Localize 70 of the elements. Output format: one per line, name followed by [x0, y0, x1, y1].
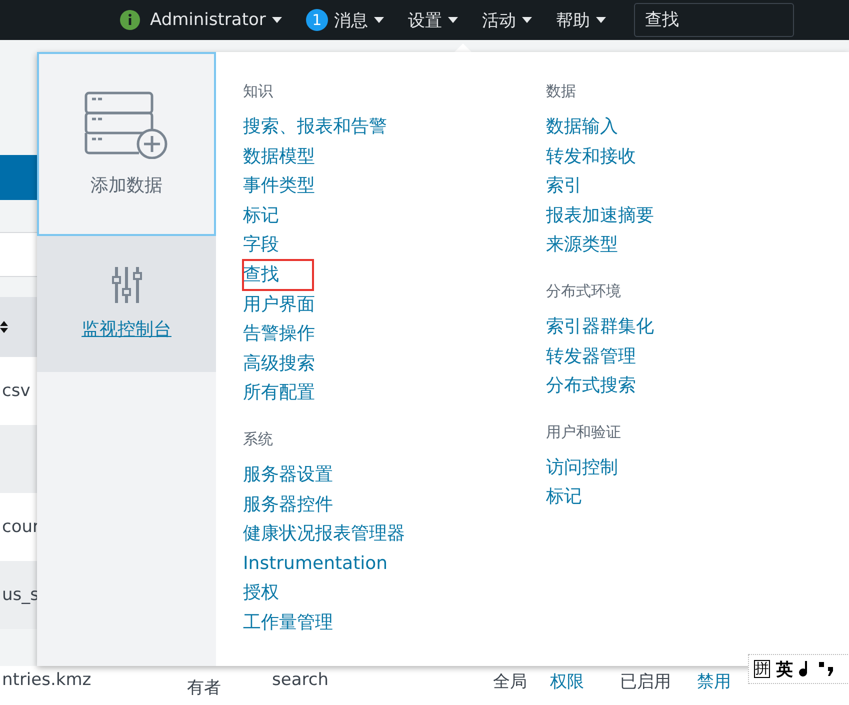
ime-key[interactable]: 英	[776, 658, 793, 680]
table-cell: csv	[2, 381, 30, 401]
disable-link[interactable]: 禁用	[697, 670, 731, 693]
banner-strip	[0, 155, 40, 200]
menu-link[interactable]: 搜索、报表和告警	[243, 112, 387, 142]
menu-link[interactable]: 事件类型	[243, 171, 315, 201]
sliders-icon	[112, 267, 142, 303]
punctuation-icon	[819, 662, 833, 676]
status-cell-text: 已启用	[620, 671, 671, 693]
menu-heading: 分布式环境	[546, 282, 622, 302]
file-cell: ntries.kmz	[2, 670, 92, 690]
menu-link[interactable]: 所有配置	[243, 378, 315, 408]
sharing-cell-text: 全局	[493, 671, 527, 693]
nav-menu[interactable]: 活动	[470, 0, 544, 40]
caret-icon	[522, 17, 532, 23]
menu-link[interactable]: 标记	[546, 482, 582, 512]
menu-label: 帮助	[556, 10, 590, 32]
table-cell: cour	[2, 517, 40, 537]
menu-link[interactable]: 索引器群集化	[546, 312, 654, 342]
menu-link[interactable]: 访问控制	[546, 452, 618, 482]
search-field[interactable]: 查找	[634, 3, 794, 37]
tile-label: 监视控制台	[82, 318, 172, 341]
menu-heading: 系统	[243, 430, 274, 450]
caret-icon	[596, 17, 606, 23]
menu-link[interactable]: 分布式搜索	[546, 371, 636, 401]
caret-icon	[448, 17, 458, 23]
nav-menu[interactable]: 帮助	[544, 0, 618, 40]
menu-link[interactable]: 报表加速摘要	[546, 200, 654, 230]
messages-menu[interactable]: 1 消息	[294, 0, 396, 40]
menu-heading: 用户和验证	[546, 422, 622, 443]
menu-link[interactable]: 转发和接收	[546, 142, 636, 172]
menu-link[interactable]: 索引	[546, 171, 582, 201]
menu-link[interactable]: 工作量管理	[243, 608, 333, 638]
menu-link[interactable]: 告警操作	[243, 319, 315, 349]
table-cell: us_s	[2, 585, 39, 605]
menu-link[interactable]: 健康状况报表管理器	[243, 519, 405, 549]
owner-cell-text: 有者	[187, 677, 221, 699]
user-menu[interactable]: Administrator	[108, 0, 294, 40]
database-add-icon	[84, 91, 170, 159]
menu-label: 活动	[482, 10, 516, 32]
ime-key[interactable]: 拼	[754, 660, 770, 678]
menu-link[interactable]: Instrumentation	[243, 548, 388, 578]
menu-link[interactable]: 来源类型	[546, 230, 618, 260]
sort-icon	[0, 320, 8, 334]
user-name: Administrator	[150, 10, 266, 30]
add-data-tile[interactable]: 添加数据	[37, 52, 216, 236]
monitoring-tile[interactable]: 监视控制台	[37, 236, 216, 372]
menu-link[interactable]: 服务器设置	[243, 460, 333, 490]
menu-link[interactable]: 数据模型	[243, 142, 315, 172]
menu-link[interactable]: 查找	[243, 260, 313, 290]
caret-icon	[272, 17, 282, 23]
menu-link[interactable]: 转发器管理	[546, 342, 636, 372]
info-icon	[120, 10, 140, 30]
menu-link[interactable]: 服务器控件	[243, 490, 333, 520]
messages-label: 消息	[334, 10, 368, 32]
app-cell: search	[272, 670, 328, 690]
message-count: 1	[306, 9, 328, 31]
menu-link[interactable]: 字段	[243, 230, 279, 260]
menu-label: 设置	[408, 10, 442, 32]
nav-menu[interactable]: 设置	[396, 0, 470, 40]
menu-link[interactable]: 数据输入	[546, 112, 618, 142]
tile-label: 添加数据	[90, 174, 162, 197]
menu-link[interactable]: 标记	[243, 200, 279, 230]
caret-icon	[374, 17, 384, 23]
menu-heading: 数据	[546, 82, 577, 102]
permissions-link[interactable]: 权限	[550, 670, 584, 693]
menu-link[interactable]: 高级搜索	[243, 348, 315, 378]
menu-link[interactable]: 用户界面	[243, 290, 315, 320]
menu-heading: 知识	[243, 82, 274, 102]
menu-link[interactable]: 授权	[243, 578, 279, 608]
